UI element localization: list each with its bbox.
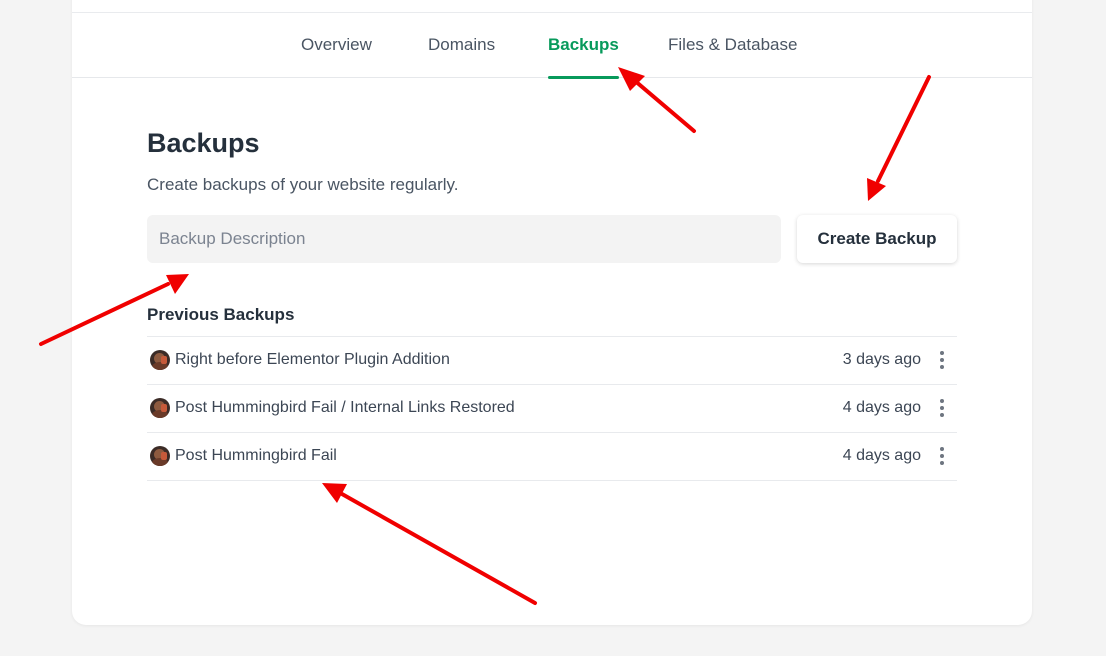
create-backup-button[interactable]: Create Backup [797, 215, 957, 263]
site-tabs: Overview Domains Backups Files & Databas… [72, 13, 1032, 79]
backup-timestamp: 4 days ago [842, 399, 921, 416]
backup-row[interactable]: Post Hummingbird Fail 4 days ago [147, 433, 957, 481]
user-avatar-icon [150, 398, 170, 418]
user-avatar-icon [150, 350, 170, 370]
backup-name: Right before Elementor Plugin Addition [175, 351, 450, 368]
user-avatar-icon [150, 446, 170, 466]
backup-timestamp: 4 days ago [842, 447, 921, 464]
previous-backups-heading: Previous Backups [147, 305, 295, 324]
backup-timestamp: 3 days ago [842, 351, 921, 368]
page-title: Backups [147, 128, 260, 158]
kebab-menu-icon[interactable] [935, 445, 949, 467]
previous-backups-list: Right before Elementor Plugin Addition 3… [147, 336, 957, 481]
kebab-menu-icon[interactable] [935, 397, 949, 419]
site-panel-card: Overview Domains Backups Files & Databas… [72, 0, 1032, 625]
kebab-menu-icon[interactable] [935, 349, 949, 371]
tab-backups[interactable]: Backups [548, 13, 619, 79]
tab-domains[interactable]: Domains [428, 13, 495, 77]
backup-name: Post Hummingbird Fail [175, 447, 337, 464]
backup-name: Post Hummingbird Fail / Internal Links R… [175, 399, 515, 416]
page-subtitle: Create backups of your website regularly… [147, 175, 459, 194]
backup-row[interactable]: Right before Elementor Plugin Addition 3… [147, 337, 957, 385]
tab-overview[interactable]: Overview [301, 13, 372, 77]
backup-description-input[interactable] [147, 215, 781, 263]
tab-files-database[interactable]: Files & Database [668, 13, 797, 77]
backup-row[interactable]: Post Hummingbird Fail / Internal Links R… [147, 385, 957, 433]
